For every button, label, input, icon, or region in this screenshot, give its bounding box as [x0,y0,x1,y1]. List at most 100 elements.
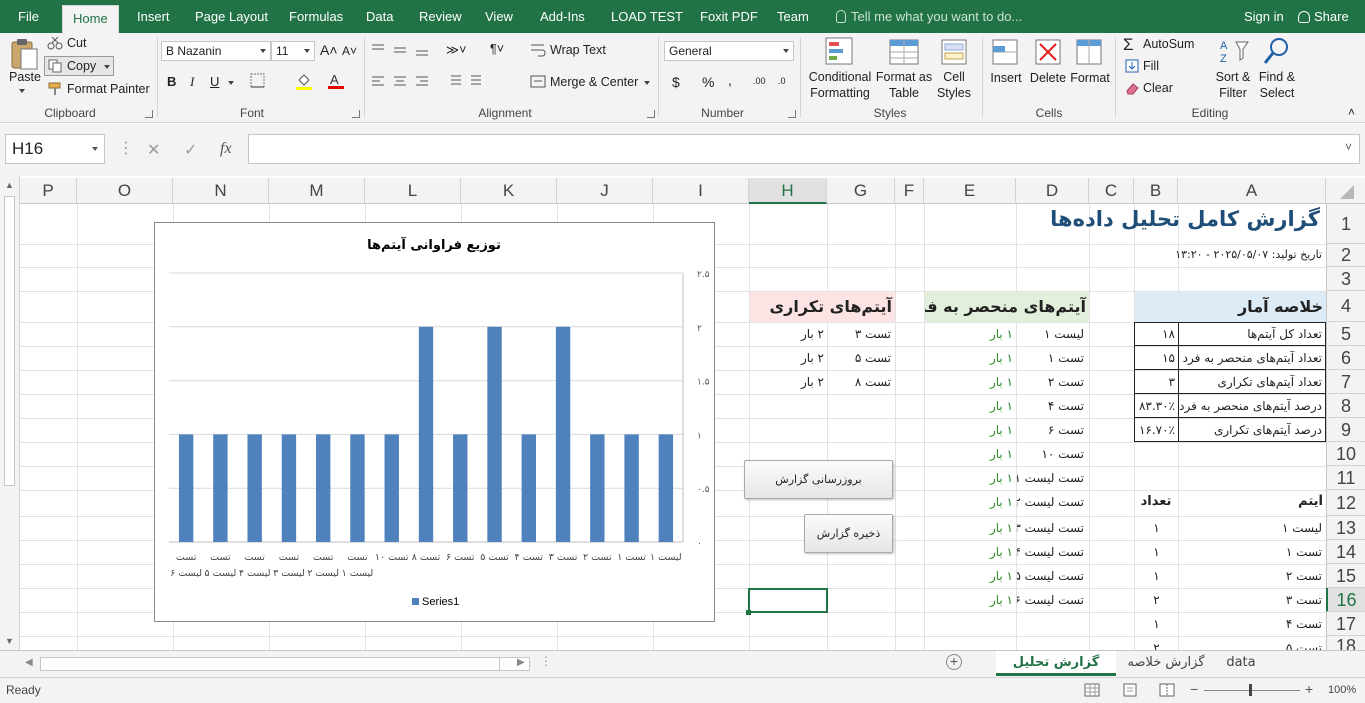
tell-me-box[interactable]: Tell me what you want to do... [836,0,1022,33]
vertical-align-icons[interactable] [370,43,430,57]
underline-dropdown-icon[interactable] [228,81,234,85]
share-button[interactable]: Share [1298,0,1349,33]
column-header-O[interactable]: O [77,178,173,204]
wrap-text-button[interactable]: Wrap Text [550,43,606,57]
copy-dropdown-icon[interactable] [104,65,110,69]
underline-button[interactable]: U [210,74,219,89]
row-header-8[interactable]: 8 [1326,394,1365,418]
tab-home[interactable]: Home [62,5,119,33]
collapse-ribbon-icon[interactable]: ˄ [1348,105,1355,119]
format-as-table-label-2[interactable]: Table [874,85,934,101]
tab-add-ins[interactable]: Add-Ins [540,0,585,33]
currency-button[interactable]: $ [672,74,680,90]
font-name-dropdown[interactable]: B Nazanin [161,41,271,61]
format-painter-button[interactable]: Format Painter [67,82,150,96]
sheet-tab-summary-report[interactable]: گزارش خلاصه [1118,651,1214,676]
row-header-3[interactable]: 3 [1326,267,1365,291]
row-header-5[interactable]: 5 [1326,322,1365,346]
percent-button[interactable]: % [702,74,714,90]
row-header-12[interactable]: 12 [1326,490,1365,516]
clipboard-launcher-icon[interactable] [145,110,153,118]
increase-decimal-button[interactable]: .00 [753,76,766,86]
name-box[interactable]: H16 [5,134,105,164]
sort-filter-label-1[interactable]: Sort & [1210,69,1256,85]
selected-cell-H16[interactable] [748,588,828,613]
row-header-18[interactable]: 18 [1326,636,1365,650]
borders-icon[interactable] [250,73,266,89]
row-header-7[interactable]: 7 [1326,370,1365,394]
scroll-tabs-right-icon[interactable]: ▶ [517,657,525,668]
scroll-tabs-left-icon[interactable]: ◀ [25,657,33,668]
expand-formula-icon[interactable]: ˅ [1345,140,1352,154]
row-header-1[interactable]: 1 [1326,204,1365,244]
column-header-J[interactable]: J [557,178,653,204]
cell-styles-label-2[interactable]: Styles [932,85,976,101]
tab-formulas[interactable]: Formulas [289,0,343,33]
column-header-L[interactable]: L [365,178,461,204]
horizontal-align-icons[interactable] [370,75,430,89]
delete-cells-button[interactable]: Delete [1028,70,1068,86]
italic-button[interactable]: I [190,74,194,90]
column-header-M[interactable]: M [269,178,365,204]
find-select-label-2[interactable]: Select [1254,85,1300,101]
tab-data[interactable]: Data [366,0,393,33]
update-report-button[interactable]: بروزرسانی گزارش [744,460,893,499]
row-header-4[interactable]: 4 [1326,291,1365,322]
zoom-slider-thumb[interactable] [1249,684,1252,696]
page-layout-view-icon[interactable] [1122,683,1138,697]
column-header-K[interactable]: K [461,178,557,204]
vertical-scroll-thumb[interactable] [4,196,15,486]
horizontal-scrollbar[interactable] [40,657,530,671]
fill-color-icon[interactable] [295,72,313,90]
formula-input[interactable] [248,134,1360,164]
column-header-F[interactable]: F [895,178,924,204]
column-header-G[interactable]: G [827,178,895,204]
select-all-corner[interactable] [1326,178,1365,204]
tab-page-layout[interactable]: Page Layout [195,0,268,33]
scroll-down-icon[interactable]: ▼ [5,636,14,646]
row-header-11[interactable]: 11 [1326,466,1365,490]
paste-button[interactable]: Paste [9,70,41,84]
page-break-view-icon[interactable] [1159,683,1175,697]
orientation-icon[interactable]: ≫˅ [446,42,466,57]
save-report-button[interactable]: ذخیره گزارش [804,514,893,553]
sheet-tab-full-report[interactable]: گزارش تحلیل کامل [996,651,1116,694]
column-header-A[interactable]: A [1178,178,1326,204]
merge-center-button[interactable]: Merge & Center [550,75,638,89]
row-header-6[interactable]: 6 [1326,346,1365,370]
tab-split-handle[interactable]: ⋮ [540,654,552,668]
indent-icons[interactable] [445,74,485,88]
find-select-label-1[interactable]: Find & [1254,69,1300,85]
column-header-B[interactable]: B [1134,178,1178,204]
decrease-font-icon[interactable]: A˅ [342,44,357,58]
fill-button[interactable]: Fill [1143,59,1159,73]
conditional-formatting-label-1[interactable]: Conditional [806,69,874,85]
insert-function-button[interactable]: fx [220,140,232,158]
number-launcher-icon[interactable] [788,110,796,118]
row-header-15[interactable]: 15 [1326,564,1365,588]
bar-chart[interactable]: توزیع فراوانی آیتم‌ها ۰ ۰.۵ ۱ ۱.۵ ۲ ۲.۵ لیست … [154,222,715,622]
sort-filter-label-2[interactable]: Filter [1210,85,1256,101]
conditional-formatting-label-2[interactable]: Formatting [806,85,874,101]
tab-view[interactable]: View [485,0,513,33]
zoom-level[interactable]: 100% [1328,684,1356,696]
column-header-E[interactable]: E [924,178,1016,204]
column-header-C[interactable]: C [1089,178,1134,204]
fill-handle[interactable] [746,610,751,615]
autosum-button[interactable]: AutoSum [1143,37,1194,51]
font-launcher-icon[interactable] [352,110,360,118]
decrease-decimal-button[interactable]: .0 [778,76,786,86]
enter-icon[interactable]: ✓ [184,140,197,160]
cancel-icon[interactable]: ✕ [147,140,160,160]
increase-font-icon[interactable]: A˄ [320,42,338,58]
vertical-scrollbar[interactable]: ▲ ▼ [0,176,20,650]
tab-insert[interactable]: Insert [137,0,170,33]
tab-load-test[interactable]: LOAD TEST [611,0,683,33]
format-as-table-label-1[interactable]: Format as [874,69,934,85]
row-header-2[interactable]: 2 [1326,244,1365,267]
bold-button[interactable]: B [167,74,176,89]
column-header-H[interactable]: H [749,178,827,204]
font-color-icon[interactable]: A [327,72,345,90]
clear-button[interactable]: Clear [1143,81,1173,95]
tab-review[interactable]: Review [419,0,462,33]
